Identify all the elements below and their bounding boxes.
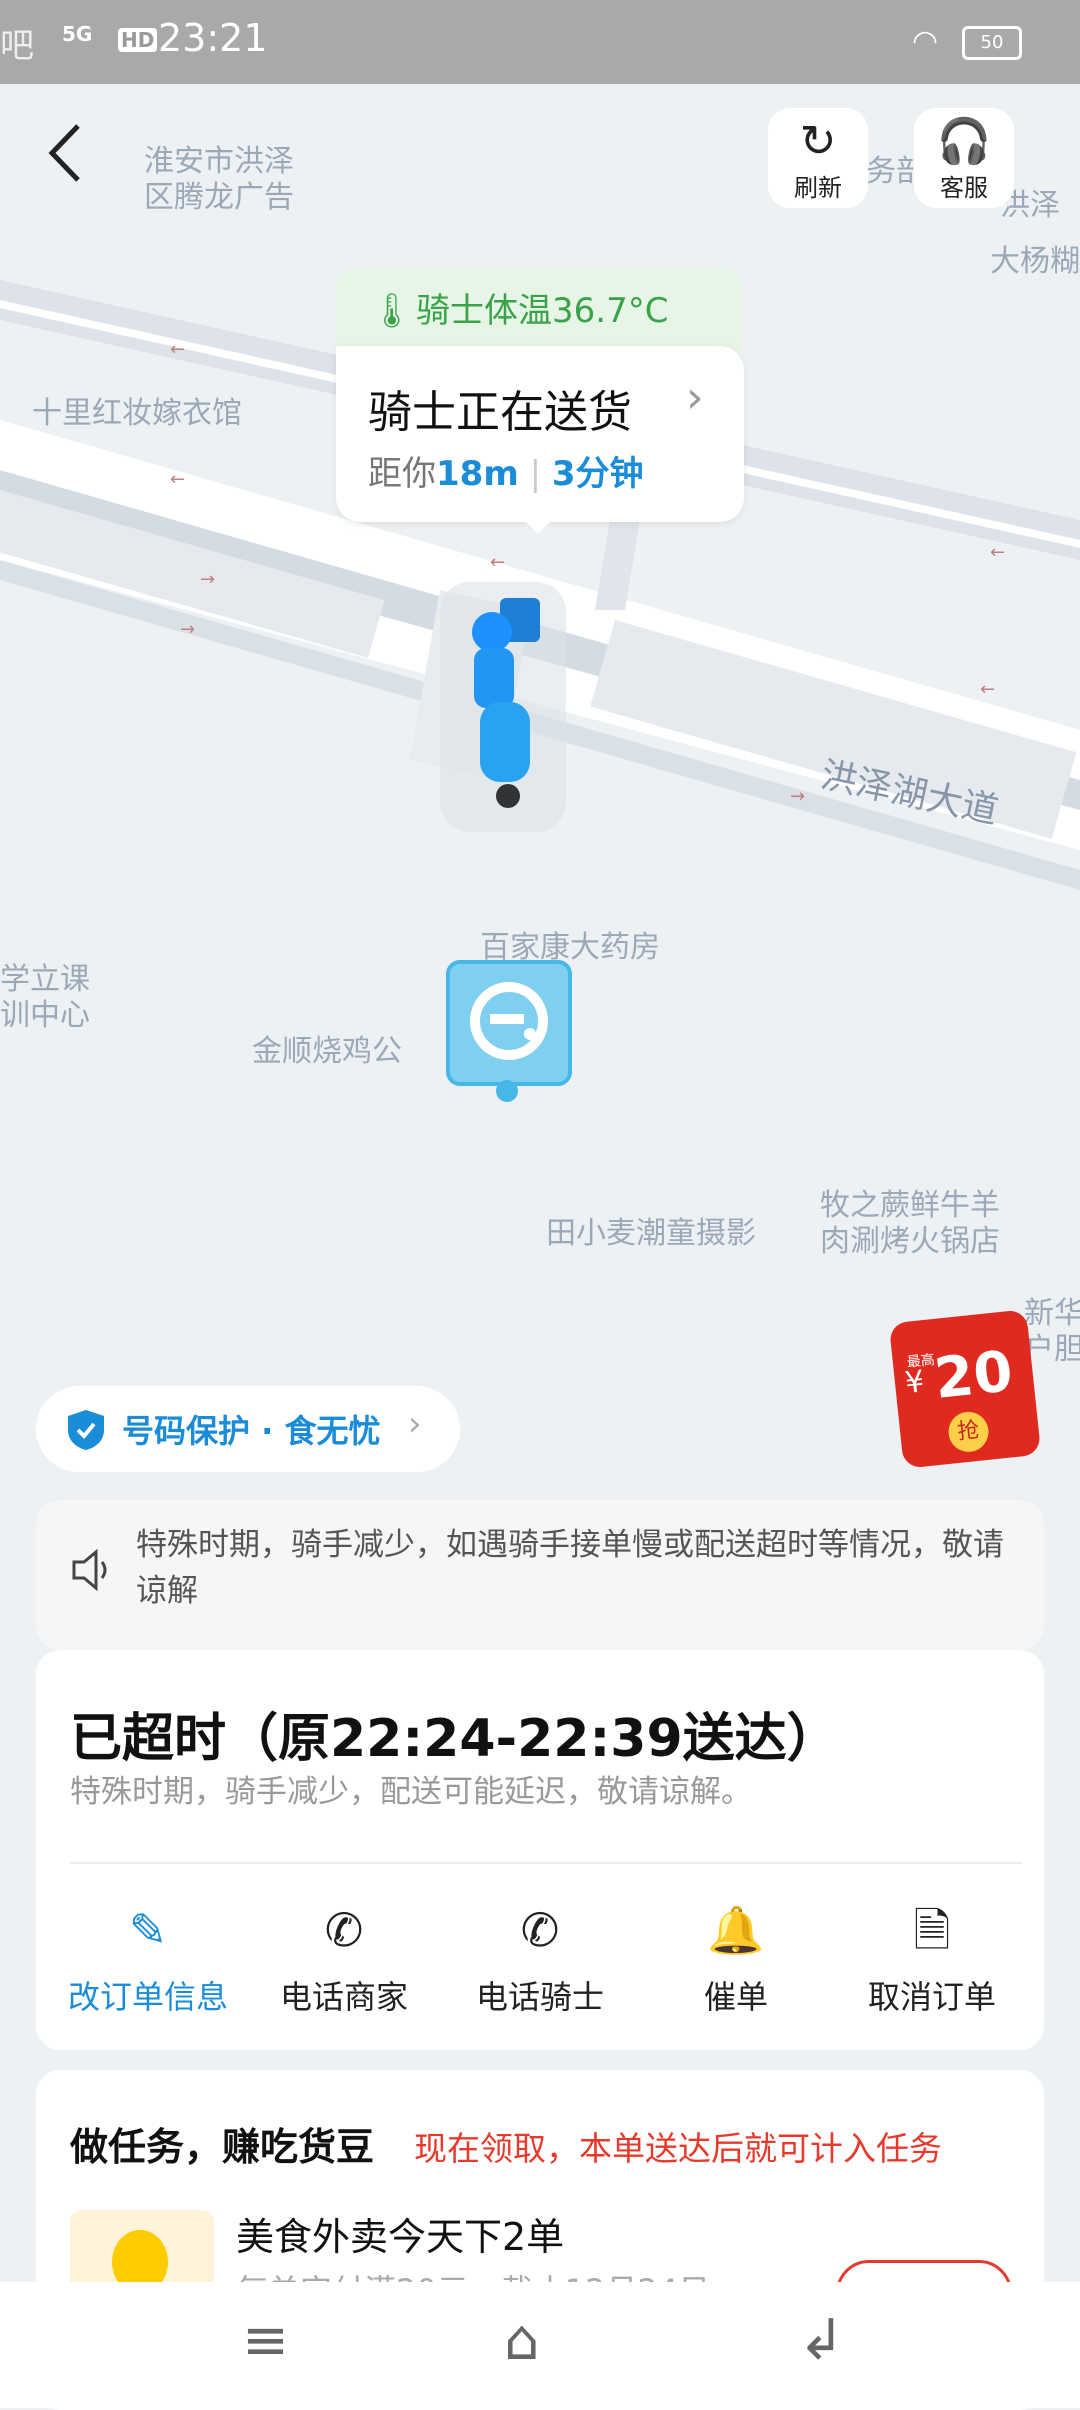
rider-marker[interactable] bbox=[440, 582, 566, 832]
svg-text:←: ← bbox=[980, 679, 995, 700]
network-indicator: 5G bbox=[62, 22, 93, 46]
menu-icon[interactable]: ≡ bbox=[242, 2308, 289, 2373]
edit-icon: ✎ bbox=[128, 1903, 168, 1957]
rider-status: 骑士正在送货 bbox=[368, 387, 632, 438]
map-poi-label: 金顺烧鸡公 bbox=[252, 1034, 402, 1069]
refresh-button[interactable]: ↻ 刷新 bbox=[768, 108, 868, 208]
status-left-fragment: 吧 bbox=[0, 26, 34, 66]
phone-icon: ✆ bbox=[324, 1903, 364, 1957]
number-protection-pill[interactable]: 号码保护 · 食无忧 › bbox=[36, 1386, 460, 1472]
svg-text:←: ← bbox=[990, 542, 1005, 563]
order-status-title: 已超时（原22:24-22:39送达） bbox=[70, 1709, 839, 1769]
chevron-right-icon: › bbox=[686, 372, 704, 423]
speaker-icon bbox=[72, 1548, 107, 1592]
store-pin-icon[interactable] bbox=[446, 960, 572, 1086]
svg-text:→: → bbox=[200, 569, 215, 590]
svg-text:←: ← bbox=[490, 552, 505, 573]
refresh-icon: ↻ bbox=[799, 116, 837, 167]
map-poi-label: 学立课 训中心 bbox=[0, 962, 90, 1033]
cancel-order-button[interactable]: 🗎 取消订单 bbox=[834, 1902, 1030, 2018]
svg-text:←: ← bbox=[170, 339, 185, 360]
service-label: 客服 bbox=[940, 174, 988, 202]
headset-icon: 🎧 bbox=[936, 116, 992, 167]
edit-order-button[interactable]: ✎ 改订单信息 bbox=[50, 1902, 246, 2018]
map-poi-label: 田小麦潮童摄影 bbox=[546, 1216, 756, 1251]
order-status-card: 已超时（原22:24-22:39送达） 特殊时期，骑手减少，配送可能延迟，敬请谅… bbox=[36, 1650, 1044, 2050]
chevron-left-icon bbox=[48, 124, 80, 182]
divider bbox=[70, 1862, 1022, 1864]
thermometer-icon: 🌡 bbox=[370, 291, 414, 331]
action-label: 催单 bbox=[703, 1978, 768, 2016]
hd-badge: HD bbox=[118, 28, 158, 52]
action-label: 电话骑士 bbox=[475, 1978, 604, 2016]
task-hint: 现在领取，本单送达后就可计入任务 bbox=[414, 2129, 942, 2168]
temperature-label: 骑士体温36.7°C bbox=[416, 291, 669, 331]
bell-icon: 🔔 bbox=[707, 1903, 765, 1957]
chevron-right-icon: › bbox=[408, 1404, 422, 1444]
system-nav-bar: ≡ ⌂ ↲ bbox=[0, 2282, 1080, 2408]
refresh-label: 刷新 bbox=[794, 174, 842, 202]
home-icon[interactable]: ⌂ bbox=[504, 2308, 540, 2373]
urge-order-button[interactable]: 🔔 催单 bbox=[638, 1902, 834, 2018]
clock: 23:21 bbox=[158, 16, 268, 60]
back-icon[interactable]: ↲ bbox=[798, 2308, 845, 2373]
notice-card: 特殊时期，骑手减少，如遇骑手接单慢或配送超时等情况，敬请谅解 bbox=[36, 1500, 1044, 1650]
order-status-subtitle: 特殊时期，骑手减少，配送可能延迟，敬请谅解。 bbox=[70, 1774, 752, 1810]
red-packet-grab: 抢 bbox=[946, 1409, 991, 1454]
back-button[interactable] bbox=[40, 120, 92, 186]
action-label: 取消订单 bbox=[867, 1978, 996, 2016]
customer-service-button[interactable]: 🎧 客服 bbox=[914, 108, 1014, 208]
task-heading: 做任务，赚吃货豆 bbox=[70, 2125, 375, 2169]
rider-temperature: 🌡 骑士体温36.7°C bbox=[336, 268, 742, 352]
svg-text:→: → bbox=[790, 786, 805, 807]
red-packet-currency: ¥ bbox=[903, 1364, 926, 1402]
rider-scooter-icon bbox=[472, 598, 540, 808]
action-label: 电话商家 bbox=[279, 1978, 408, 2016]
shield-icon bbox=[68, 1410, 104, 1450]
call-merchant-button[interactable]: ✆ 电话商家 bbox=[246, 1902, 442, 2018]
task-name: 美食外卖今天下2单 bbox=[236, 2215, 565, 2259]
svg-text:→: → bbox=[180, 619, 195, 640]
svg-text:←: ← bbox=[170, 469, 185, 490]
call-rider-button[interactable]: ✆ 电话骑士 bbox=[442, 1902, 638, 2018]
action-label: 改订单信息 bbox=[67, 1978, 228, 2016]
rider-status-card[interactable]: 骑士正在送货 › 距你18m | 3分钟 bbox=[336, 346, 744, 522]
phone-icon: ✆ bbox=[520, 1903, 560, 1957]
rider-distance: 距你18m | 3分钟 bbox=[368, 454, 644, 494]
status-bar: 吧 5G HD 23:21 ◠ 50 bbox=[0, 0, 1080, 84]
protection-label: 号码保护 · 食无忧 bbox=[122, 1412, 381, 1450]
map-poi-label: 新华 户胆 bbox=[1024, 1296, 1080, 1367]
map-poi-label: 十里红妆嫁衣馆 bbox=[32, 396, 242, 431]
battery-indicator: 50 bbox=[962, 26, 1022, 60]
cancel-document-icon: 🗎 bbox=[913, 1903, 951, 1957]
wifi-icon: ◠ bbox=[912, 24, 939, 59]
red-packet-badge[interactable]: 最高 ¥ 20 抢 bbox=[888, 1309, 1042, 1469]
map-poi-label: 大杨糊 bbox=[990, 244, 1080, 279]
map-poi-label: 牧之蕨鲜牛羊 肉涮烤火锅店 bbox=[820, 1188, 1000, 1259]
red-packet-amount: 20 bbox=[931, 1339, 1016, 1412]
store-pin-dot bbox=[496, 1080, 518, 1102]
bubble-pointer bbox=[524, 520, 552, 534]
notice-text: 特殊时期，骑手减少，如遇骑手接单慢或配送超时等情况，敬请谅解 bbox=[136, 1527, 1004, 1609]
map-poi-label: 淮安市洪泽 区腾龙广告 bbox=[144, 144, 294, 215]
